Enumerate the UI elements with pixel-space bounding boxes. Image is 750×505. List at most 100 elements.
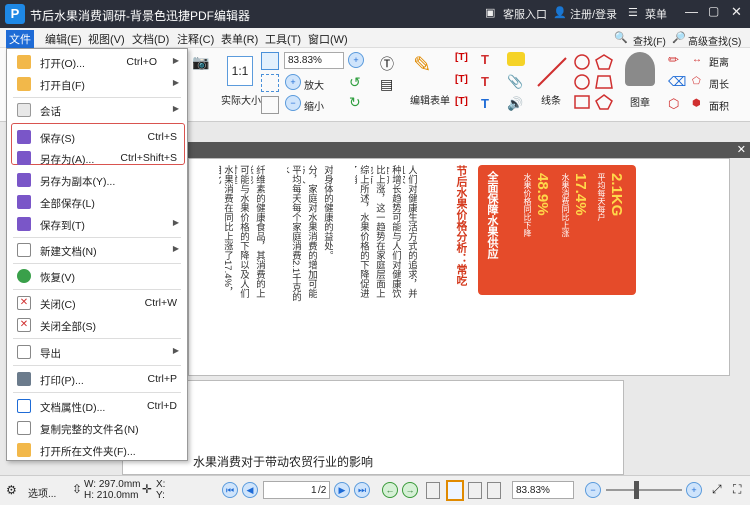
fullscreen-icon[interactable]: ⛶ (733, 482, 741, 497)
zoom-in-button[interactable]: 放大 (304, 77, 324, 92)
continuous-view-icon[interactable] (446, 480, 464, 501)
menu-revert[interactable]: 恢复(V) (7, 265, 187, 287)
menu-comment[interactable]: 注释(C) (174, 30, 217, 48)
strike-text-icon[interactable]: T (481, 74, 489, 89)
options-gear-icon[interactable]: ⚙ (6, 483, 17, 497)
zoom-out-button[interactable]: 缩小 (304, 98, 324, 113)
note-icon[interactable] (507, 52, 525, 66)
menu-window[interactable]: 窗口(W) (305, 30, 351, 48)
service-icon[interactable]: ▣ (485, 6, 495, 19)
back-icon[interactable]: ← (382, 482, 398, 498)
stamp-icon[interactable] (625, 52, 655, 86)
service-link[interactable]: 客服入口 (503, 6, 547, 22)
rotate-right-icon[interactable]: ↻ (349, 94, 361, 111)
attach-icon[interactable]: 📎 (507, 74, 523, 90)
prev-page-icon[interactable]: ◀ (242, 482, 258, 498)
close-document-icon[interactable]: ✕ (737, 143, 746, 156)
last-page-icon[interactable]: ⏭ (354, 482, 370, 498)
menu-tools[interactable]: 工具(T) (262, 30, 304, 48)
menu-edit[interactable]: 编辑(E) (42, 30, 85, 48)
eraser-icon[interactable]: ⌫ (668, 74, 686, 90)
menu-session[interactable]: 会话 ▶ (7, 99, 187, 121)
menu-save-copy[interactable]: 另存为副本(Y)... (7, 169, 187, 191)
zoom-slider-track[interactable] (606, 489, 682, 491)
camera-icon[interactable]: 📷 (192, 54, 209, 71)
pencil-icon[interactable]: ✏ (668, 52, 679, 68)
pan-icon[interactable] (261, 96, 279, 114)
facing-view-icon[interactable] (468, 482, 482, 499)
underline-text-icon[interactable]: T (481, 96, 489, 111)
distance-button[interactable]: 距离 (709, 54, 729, 69)
zoom-in-icon[interactable]: + (285, 74, 301, 90)
minimize-icon[interactable]: — (685, 4, 698, 19)
text-tool-icon[interactable]: Ⓣ (380, 54, 394, 74)
line-tool-button[interactable]: 线条 (541, 92, 561, 107)
login-link[interactable]: 注册/登录 (570, 6, 617, 22)
sound-icon[interactable]: 🔊 (507, 96, 523, 112)
polygon-icon[interactable]: ⬡ (668, 96, 679, 112)
rotate-left-icon[interactable]: ↺ (349, 74, 361, 91)
actual-size-button[interactable]: 实际大小 (221, 92, 261, 107)
status-zoom-select[interactable]: 83.83% (512, 481, 574, 499)
menu-icon[interactable]: ☰ (628, 6, 638, 19)
callout-icon[interactable]: [T] (455, 96, 468, 107)
area-icon[interactable]: ⬢ (692, 98, 701, 109)
menu-form[interactable]: 表单(R) (218, 30, 261, 48)
status-zoom-in-icon[interactable]: + (686, 482, 702, 498)
text-box-icon[interactable]: [T] (455, 74, 468, 85)
first-page-icon[interactable]: ⏮ (222, 482, 238, 498)
marquee-icon[interactable] (261, 74, 279, 92)
distance-icon[interactable]: ↔ (692, 54, 702, 65)
menu-save-all[interactable]: 全部保存(L) (7, 191, 187, 213)
actual-size-icon[interactable]: 1:1 (227, 56, 253, 86)
pdf-page-2[interactable]: 水果消费对于带动农贸行业的影响 (122, 380, 624, 475)
menu-file[interactable]: 文件 (6, 30, 34, 48)
fit-page-icon[interactable]: ⤢ (712, 482, 722, 497)
advanced-find-button[interactable]: 高级查找(S) (688, 33, 741, 48)
menu-save[interactable]: 保存(S) Ctrl+S (7, 126, 187, 148)
area-button[interactable]: 面积 (709, 98, 729, 113)
forward-icon[interactable]: → (402, 482, 418, 498)
pdf-page-1[interactable]: 水果消费在同比上涨了17.4%，相比 可能与水果价格的下降以及人们对健 纤维素的… (188, 158, 730, 376)
find-icon[interactable]: 🔍 (614, 31, 628, 44)
continuous-facing-icon[interactable] (487, 482, 501, 499)
menu-close-all[interactable]: ✕ 关闭全部(S) (7, 314, 187, 336)
user-icon[interactable]: 👤 (553, 6, 567, 19)
status-zoom-out-icon[interactable]: − (585, 482, 601, 498)
menu-save-as[interactable]: 另存为(A)... Ctrl+Shift+S (7, 147, 187, 169)
perimeter-icon[interactable]: ⬠ (692, 76, 701, 87)
close-icon[interactable]: ✕ (731, 4, 742, 20)
line-tool-icon[interactable] (536, 56, 568, 88)
advanced-find-icon[interactable]: 🔎 (672, 31, 686, 44)
maximize-icon[interactable]: ▢ (708, 4, 719, 18)
shape-tools-icon[interactable] (572, 52, 622, 116)
menu-document[interactable]: 文档(D) (129, 30, 172, 48)
menu-open-from[interactable]: 打开自(F) ▶ (7, 73, 187, 95)
zoom-dropdown-icon[interactable]: + (348, 52, 364, 68)
zoom-slider-thumb[interactable] (634, 481, 639, 499)
menu-open-folder[interactable]: 打开所在文件夹(F)... (7, 439, 187, 461)
menu-new-document[interactable]: 新建文档(N) ▶ (7, 239, 187, 261)
menu-export[interactable]: 导出 ▶ (7, 341, 187, 363)
select-tool-icon[interactable] (261, 52, 279, 70)
menu-copy-filename[interactable]: 复制完整的文件名(N) (7, 417, 187, 439)
edit-form-button[interactable]: 编辑表单 (410, 92, 450, 107)
single-page-view-icon[interactable] (426, 482, 440, 499)
menu-close[interactable]: ✕ 关闭(C) Ctrl+W (7, 292, 187, 314)
perimeter-button[interactable]: 周长 (709, 76, 729, 91)
next-page-icon[interactable]: ▶ (334, 482, 350, 498)
menu-print[interactable]: 打印(P)... Ctrl+P (7, 368, 187, 390)
zoom-select[interactable]: 83.83% (284, 52, 344, 69)
find-button[interactable]: 查找(F) (633, 33, 666, 48)
edit-form-icon[interactable]: ✎ (413, 52, 445, 84)
stamp-button[interactable]: 图章 (630, 94, 650, 109)
menu-link[interactable]: 菜单 (645, 6, 667, 22)
typewriter-icon[interactable]: T (481, 52, 489, 67)
image-tool-icon[interactable]: ▤ (380, 76, 393, 93)
options-button[interactable]: 选项... (28, 485, 56, 500)
menu-save-to[interactable]: 保存到(T) ▶ (7, 213, 187, 235)
menu-view[interactable]: 视图(V) (85, 30, 128, 48)
menu-open[interactable]: 打开(O)... Ctrl+O ▶ (7, 51, 187, 73)
text-field-icon[interactable]: [T] (455, 52, 468, 63)
menu-document-properties[interactable]: 文档属性(D)... Ctrl+D (7, 395, 187, 417)
